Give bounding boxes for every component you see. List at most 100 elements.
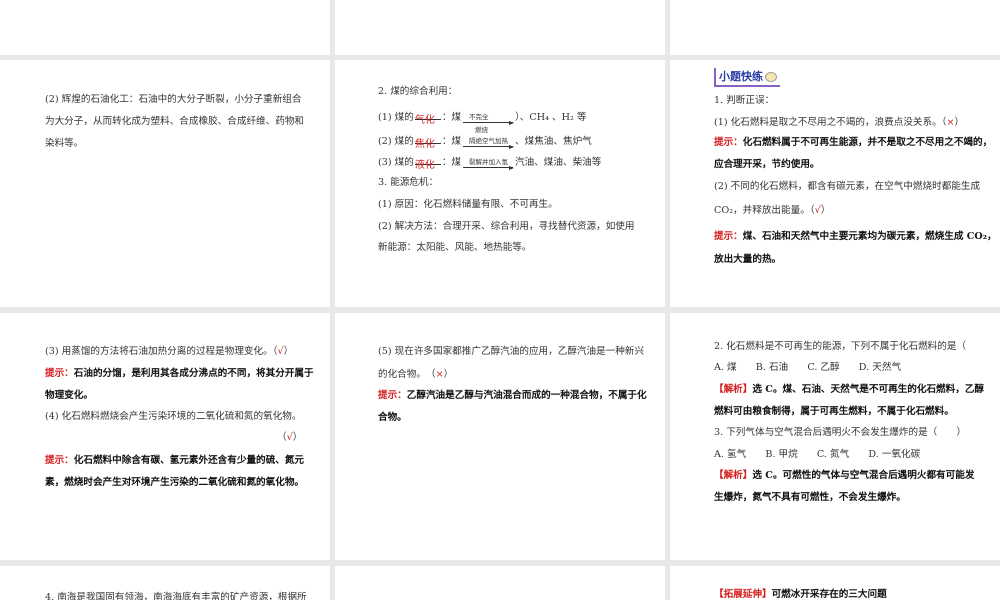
text: ：煤 <box>441 112 462 123</box>
slide-thumbnail[interactable] <box>335 0 665 55</box>
text: 煤、石油和天然气中主要元素均为碳元素，燃烧生成 CO₂， <box>742 231 997 242</box>
slide-thumbnail[interactable] <box>0 0 330 55</box>
text: ） <box>283 346 294 357</box>
text-line: 为大分子，从而转化成为塑料、合成橡胶、合成纤维、药物和 <box>45 116 305 127</box>
hint-line: 应合理开采，节约使用。 <box>714 159 820 170</box>
extension-label: 【拓展延伸】 <box>714 589 772 600</box>
slide-thumbnail[interactable]: 4. 南海是我国固有领海，南海海底有丰富的矿产资源，根据所 <box>0 566 330 600</box>
hint-line: 素，燃烧时会产生对环境产生污染的二氧化硫和氮的氧化物。 <box>45 477 305 488</box>
text: ：煤 <box>441 136 462 147</box>
text: 选 C。可燃性的气体与空气混合后遇明火都有可能发 <box>752 470 975 481</box>
hint-line: 物理变化。 <box>45 390 93 401</box>
slide-thumbnail[interactable] <box>670 0 1000 55</box>
text-line: (1) 原因：化石燃料储量有限、不可再生。 <box>378 199 558 210</box>
answer: 气化 <box>414 115 435 126</box>
question: 3. 下列气体与空气混合后遇明火不会发生爆炸的是（ ） <box>714 427 967 438</box>
pencil-note-icon <box>765 72 777 82</box>
hint: 提示：石油的分馏，是利用其各成分沸点的不同，将其分开属于 <box>45 368 314 380</box>
text: 石油的分馏，是利用其各成分沸点的不同，将其分开属于 <box>73 368 314 379</box>
text: 选 C。煤、石油、天然气是不可再生的化石燃料，乙醇 <box>752 384 985 395</box>
cross-mark-icon: × <box>946 117 955 128</box>
hint: 提示：化石燃料中除含有碳、氢元素外还含有少量的硫、氮元 <box>45 455 304 467</box>
slide-thumbnail[interactable]: 【拓展延伸】可燃冰开采存在的三大问题 <box>670 566 1000 600</box>
text: (3) 煤的 <box>378 157 414 168</box>
reaction-arrow: 裂解并加入氢 <box>463 157 515 170</box>
coal-item-3: (3) 煤的 液化 ：煤 裂解并加入氢 汽油、煤油、柴油等 <box>378 155 602 171</box>
hint: 提示：乙醇汽油是乙醇与汽油混合而成的一种混合物，不属于化 <box>378 390 647 402</box>
question: (2) 不同的化石燃料，都含有碳元素，在空气中燃烧时都能生成 <box>714 181 981 192</box>
coal-item-2: (2) 煤的 焦化 ：煤 隔绝空气加热 、煤焦油、焦炉气 <box>378 134 592 150</box>
question-line: CO₂，并释放出能量。（√） <box>714 205 830 217</box>
analysis: 【解析】选 C。煤、石油、天然气是不可再生的化石燃料，乙醇 <box>714 384 984 396</box>
hint-label: 提示： <box>378 390 407 401</box>
section-header: 小题快练 <box>714 68 780 87</box>
question: 4. 南海是我国固有领海，南海海底有丰富的矿产资源，根据所 <box>45 592 307 600</box>
text: （ <box>277 432 287 443</box>
hint-label: 提示： <box>45 368 74 379</box>
arrow-label: 不完全 <box>469 113 489 121</box>
text: (1) 化石燃料是取之不尽用之不竭的，浪费点没关系。（ <box>714 117 947 128</box>
extension-heading: 【拓展延伸】可燃冰开采存在的三大问题 <box>714 589 887 600</box>
text: 可燃冰开采存在的三大问题 <box>771 589 887 600</box>
section-title: 2. 煤的综合利用： <box>378 86 458 97</box>
answer: 液化 <box>414 160 435 171</box>
answer-blank: 气化 <box>414 110 441 126</box>
text: (2) 煤的 <box>378 136 414 147</box>
answer-blank: 液化 <box>414 155 441 171</box>
text: 乙醇汽油是乙醇与汽油混合而成的一种混合物，不属于化 <box>406 390 647 401</box>
text-line: (2) 辉煌的石油化工：石油中的大分子断裂，小分子重新组合 <box>45 94 302 105</box>
analysis-label: 【解析】 <box>714 384 753 395</box>
text: (1) 煤的 <box>378 112 414 123</box>
answer: 焦化 <box>414 139 435 150</box>
hint-label: 提示： <box>45 455 74 466</box>
text: ） <box>443 369 454 380</box>
question-line: 的化合物。 （×） <box>378 369 453 381</box>
slide-judgement-3-4[interactable]: (3) 用蒸馏的方法将石油加热分离的过程是物理变化。（√） 提示：石油的分馏，是… <box>0 313 330 560</box>
arrow-label: 裂解并加入氢 <box>469 158 509 166</box>
hint-line: 合物。 <box>378 412 407 423</box>
answer-bracket: （√） <box>277 432 302 444</box>
slide-quick-practice[interactable]: 小题快练 1. 判断正误： (1) 化石燃料是取之不尽用之不竭的，浪费点没关系。… <box>670 60 1000 307</box>
text-line: (2) 解决方法：合理开采、综合利用，寻找替代资源，如使用 <box>378 221 635 232</box>
question: (3) 用蒸馏的方法将石油加热分离的过程是物理变化。（√） <box>45 346 293 358</box>
analysis: 【解析】选 C。可燃性的气体与空气混合后遇明火都有可能发 <box>714 470 974 482</box>
text: 汽油、煤油、柴油等 <box>515 157 602 168</box>
coal-item-1: (1) 煤的 气化 ：煤 不完全 燃烧 ）、CH₄ 、H₂ 等 <box>378 110 587 134</box>
slide-coal-utilization[interactable]: 2. 煤的综合利用： (1) 煤的 气化 ：煤 不完全 燃烧 ）、CH₄ 、H₂ 等 (2… <box>335 60 665 307</box>
text: ） <box>954 117 965 128</box>
text: ：煤 <box>441 157 462 168</box>
hint: 提示：煤、石油和天然气中主要元素均为碳元素，燃烧生成 CO₂， <box>714 231 997 243</box>
slide-judgement-5[interactable]: (5) 现在许多国家都推广乙醇汽油的应用，乙醇汽油是一种新兴 的化合物。 （×）… <box>335 313 665 560</box>
options: A. 氢气 B. 甲烷 C. 氮气 D. 一氧化碳 <box>714 449 921 460</box>
question: 2. 化石燃料是不可再生的能源，下列不属于化石燃料的是（ <box>714 341 967 352</box>
text: 的化合物。 （ <box>378 369 436 380</box>
analysis-line: 燃料可由粮食制得，属于可再生燃料，不属于化石燃料。 <box>714 406 954 417</box>
answer-blank: 焦化 <box>414 134 441 150</box>
question: 1. 判断正误： <box>714 95 775 106</box>
header-text: 小题快练 <box>719 70 763 83</box>
hint-label: 提示： <box>714 137 743 148</box>
text: ） <box>820 205 831 216</box>
text: 化石燃料属于不可再生能源，并不是取之不尽用之不竭的， <box>742 137 993 148</box>
cross-mark-icon: × <box>435 369 444 380</box>
text: 、煤焦油、焦炉气 <box>515 136 592 147</box>
slide-multiple-choice[interactable]: 2. 化石燃料是不可再生的能源，下列不属于化石燃料的是（ A. 煤 B. 石油 … <box>670 313 1000 560</box>
text: (3) 用蒸馏的方法将石油加热分离的过程是物理变化。（ <box>45 346 278 357</box>
text: CO₂，并释放出能量。（ <box>714 205 815 216</box>
question: (1) 化石燃料是取之不尽用之不竭的，浪费点没关系。（×） <box>714 117 964 129</box>
text: 化石燃料中除含有碳、氢元素外还含有少量的硫、氮元 <box>73 455 305 466</box>
text: ）、CH₄ 、H₂ 等 <box>515 112 587 123</box>
text-line: 染料等。 <box>45 138 84 149</box>
analysis-line: 生爆炸，氮气不具有可燃性，不会发生爆炸。 <box>714 492 906 503</box>
options: A. 煤 B. 石油 C. 乙醇 D. 天然气 <box>714 362 902 373</box>
slide-petrochemical[interactable]: (2) 辉煌的石油化工：石油中的大分子断裂，小分子重新组合 为大分子，从而转化成… <box>0 60 330 307</box>
reaction-arrow: 不完全 燃烧 <box>463 112 515 134</box>
hint: 提示：化石燃料属于不可再生能源，并不是取之不尽用之不竭的， <box>714 137 992 149</box>
analysis-label: 【解析】 <box>714 470 753 481</box>
arrow-label: 隔绝空气加热 <box>469 137 509 145</box>
slide-thumbnail[interactable] <box>335 566 665 600</box>
question: (5) 现在许多国家都推广乙醇汽油的应用，乙醇汽油是一种新兴 <box>378 346 645 357</box>
reaction-arrow: 隔绝空气加热 <box>463 136 515 149</box>
hint-line: 放出大量的热。 <box>714 254 782 265</box>
text-line: 新能源：太阳能、风能、地热能等。 <box>378 242 532 253</box>
